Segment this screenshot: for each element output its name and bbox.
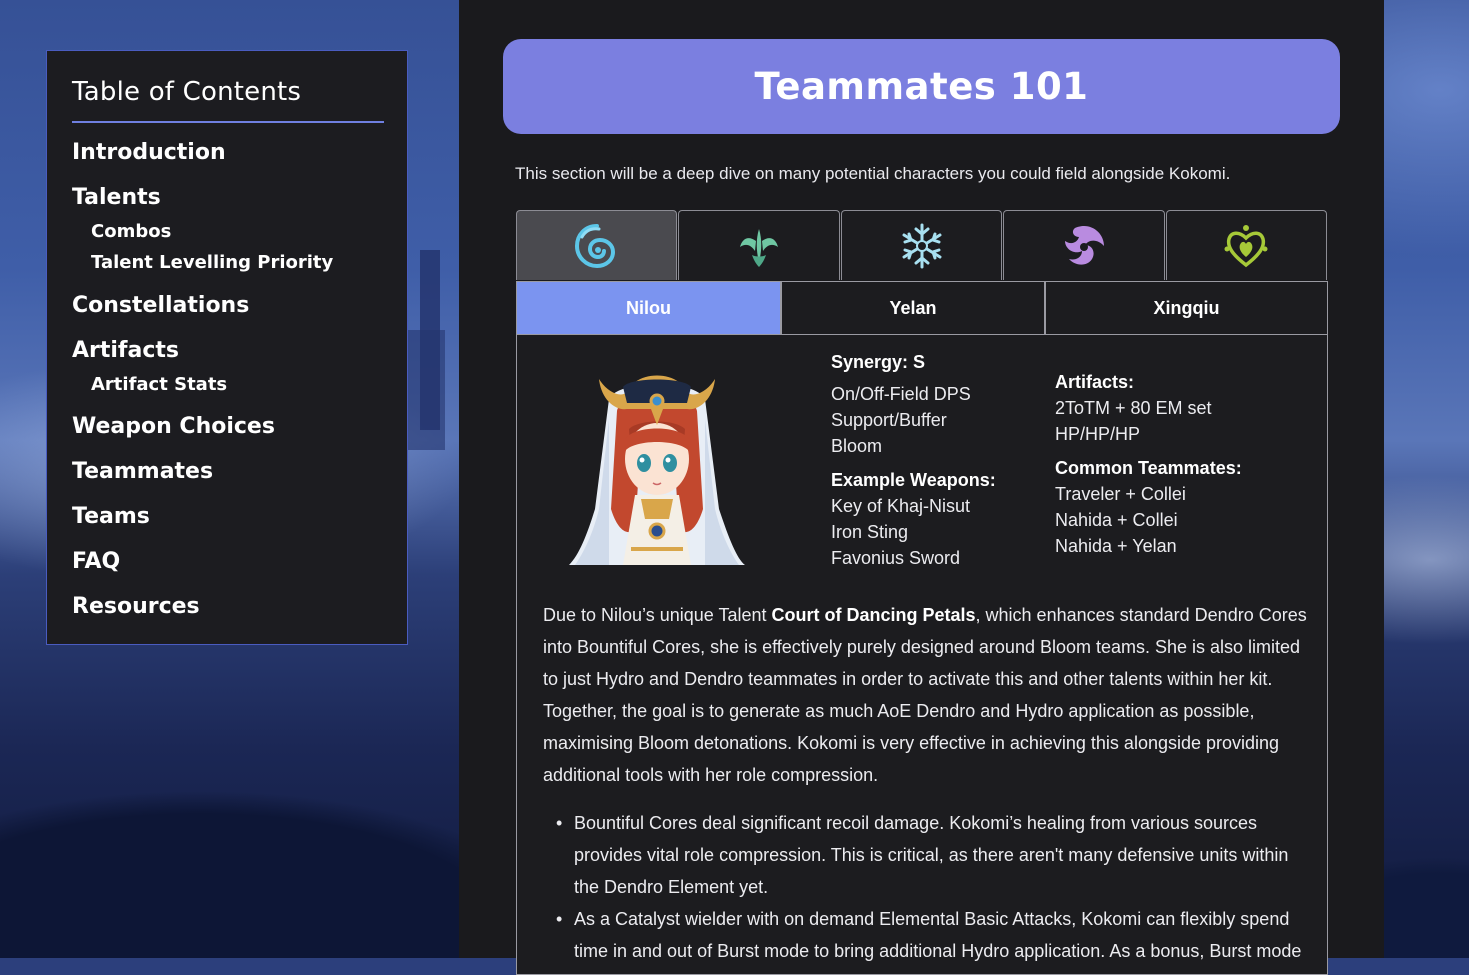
- teammate-item: Nahida + Collei: [1055, 510, 1178, 530]
- tab-electro[interactable]: [1003, 210, 1165, 280]
- list-item: Bountiful Cores deal significant recoil …: [543, 807, 1311, 903]
- toc-item-teammates[interactable]: Teammates: [72, 459, 213, 484]
- teammates-label: Common Teammates:: [1055, 458, 1242, 478]
- artifact-item: 2ToTM + 80 EM set: [1055, 398, 1212, 418]
- tab-hydro[interactable]: [516, 210, 678, 280]
- toc-item-constellations[interactable]: Constellations: [72, 293, 249, 318]
- weapon-item: Iron Sting: [831, 522, 909, 542]
- artifacts-label: Artifacts:: [1055, 372, 1135, 392]
- electro-icon: [1064, 225, 1104, 265]
- body-text: , which enhances standard Dendro Cores i…: [543, 605, 1307, 785]
- section-intro: This section will be a deep dive on many…: [515, 164, 1231, 183]
- teammate-item: Traveler + Collei: [1055, 484, 1186, 504]
- artifacts-block: Artifacts: 2ToTM + 80 EM set HP/HP/HP Co…: [1055, 369, 1242, 559]
- tab-xingqiu[interactable]: Xingqiu: [1045, 281, 1328, 335]
- tab-anemo[interactable]: [678, 210, 840, 280]
- toc-item-weapon-choices[interactable]: Weapon Choices: [72, 414, 275, 439]
- teammate-item: Nahida + Yelan: [1055, 536, 1177, 556]
- synergy-label: Synergy: S: [831, 352, 926, 372]
- tab-nilou[interactable]: Nilou: [516, 281, 781, 335]
- role-item: Bloom: [831, 436, 883, 456]
- toc-subitem-artifact-stats[interactable]: Artifact Stats: [91, 374, 227, 395]
- talent-name: Court of Dancing Petals: [771, 605, 976, 625]
- bullet-list: Bountiful Cores deal significant recoil …: [543, 807, 1311, 967]
- hydro-icon: [574, 223, 615, 268]
- toc-subitem-talent-levelling-priority[interactable]: Talent Levelling Priority: [91, 252, 333, 273]
- section-title: Teammates 101: [754, 65, 1089, 108]
- tab-cryo[interactable]: [840, 210, 1003, 280]
- section-banner: Teammates 101: [503, 39, 1340, 134]
- toc-item-introduction[interactable]: Introduction: [72, 140, 226, 165]
- toc-item-artifacts[interactable]: Artifacts: [72, 338, 179, 363]
- tab-dendro[interactable]: [1165, 210, 1328, 280]
- role-item: Support/Buffer: [831, 410, 947, 430]
- character-portrait: [569, 375, 745, 565]
- toc-divider: [72, 121, 384, 123]
- weapon-item: Key of Khaj-Nisut: [831, 496, 971, 516]
- anemo-icon: [740, 228, 779, 267]
- weapons-label: Example Weapons:: [831, 470, 996, 490]
- body-paragraph: Due to Nilou’s unique Talent Court of Da…: [543, 599, 1311, 791]
- dendro-icon: [1224, 224, 1268, 267]
- list-item: As a Catalyst wielder with on demand Ele…: [543, 903, 1311, 967]
- toc-title: Table of Contents: [72, 77, 302, 107]
- roles-block: Synergy: S On/Off-Field DPS Support/Buff…: [831, 349, 996, 571]
- tab-yelan[interactable]: Yelan: [781, 281, 1045, 335]
- element-tabs: [516, 210, 1328, 280]
- body-text: Due to Nilou’s unique Talent: [543, 605, 772, 625]
- role-item: On/Off-Field DPS: [831, 384, 971, 404]
- character-panel: Synergy: S On/Off-Field DPS Support/Buff…: [516, 335, 1328, 975]
- weapon-item: Favonius Sword: [831, 548, 961, 568]
- cryo-icon: [902, 223, 942, 268]
- toc-subitem-combos[interactable]: Combos: [91, 221, 171, 242]
- character-tabs: Nilou Yelan Xingqiu: [516, 281, 1328, 335]
- table-of-contents: Table of Contents Introduction Talents C…: [46, 50, 408, 645]
- toc-item-resources[interactable]: Resources: [72, 594, 200, 619]
- toc-item-talents[interactable]: Talents: [72, 185, 161, 210]
- artifact-item: HP/HP/HP: [1055, 424, 1141, 444]
- toc-item-faq[interactable]: FAQ: [72, 549, 120, 574]
- main-content: Teammates 101 This section will be a dee…: [459, 0, 1384, 975]
- toc-item-teams[interactable]: Teams: [72, 504, 150, 529]
